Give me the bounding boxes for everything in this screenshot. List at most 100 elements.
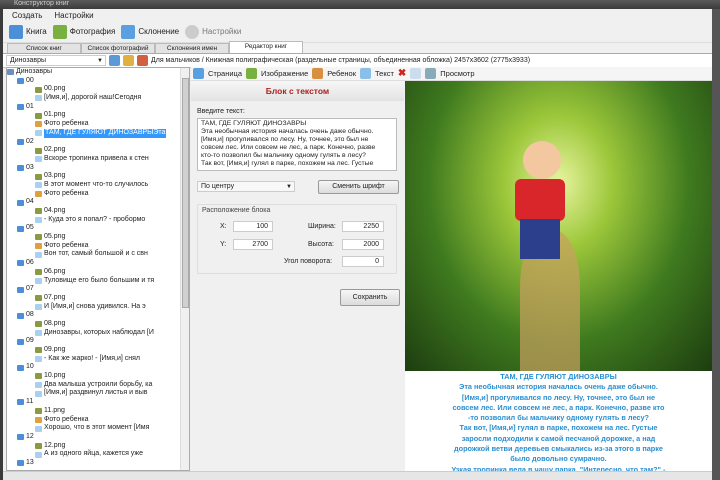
- tree-item[interactable]: 03.png: [7, 172, 189, 181]
- tree-item[interactable]: Вскоре тропинка привела к стен: [7, 155, 189, 164]
- window-edge: [712, 9, 720, 480]
- photo-button[interactable]: Фотография: [52, 24, 115, 39]
- tab-book-list[interactable]: Список книг: [7, 43, 81, 53]
- tab-name-declensions[interactable]: Склонения имен: [155, 43, 229, 53]
- tree-item[interactable]: 11.png: [7, 407, 189, 416]
- scroll-thumb[interactable]: [182, 78, 189, 308]
- tree-page[interactable]: 00: [7, 77, 189, 86]
- tree-page[interactable]: 03: [7, 164, 189, 173]
- tree-page[interactable]: 04: [7, 198, 189, 207]
- tree-item[interactable]: Вон тот, самый большой и с свн: [7, 250, 189, 259]
- tree-page[interactable]: 06: [7, 259, 189, 268]
- tree-item[interactable]: В этот момент что-то случилось: [7, 181, 189, 190]
- child-icon: [35, 416, 42, 423]
- tree-page[interactable]: 09: [7, 337, 189, 346]
- tree-item[interactable]: 04.png: [7, 207, 189, 216]
- tree-item[interactable]: И [Имя,и] снова удивился. На э: [7, 303, 189, 312]
- tree-page[interactable]: 05: [7, 224, 189, 233]
- tree-root[interactable]: Динозавры: [7, 68, 189, 77]
- tree-item-label: Фото ребенка: [44, 120, 89, 128]
- tree-item[interactable]: Хорошо, что в этот момент [Имя: [7, 424, 189, 433]
- add-child-button[interactable]: Ребенок: [327, 69, 356, 78]
- preview-button[interactable]: Просмотр: [440, 69, 474, 78]
- tree-item[interactable]: 00.png: [7, 85, 189, 94]
- tree-item-label: 10.png: [44, 372, 66, 380]
- y-label: Y:: [220, 241, 227, 248]
- image-icon: [35, 208, 42, 215]
- change-font-button[interactable]: Сменить шрифт: [318, 180, 399, 194]
- text-input[interactable]: ТАМ, ГДЕ ГУЛЯЮТ ДИНОЗАВРЫ Эта необычная …: [197, 118, 397, 171]
- add-image-button[interactable]: Изображение: [261, 69, 308, 78]
- declension-button[interactable]: Склонение: [121, 24, 179, 39]
- text-icon: [35, 251, 42, 258]
- tab-book-editor[interactable]: Редактор книг: [229, 41, 303, 53]
- gear-icon: [185, 24, 200, 39]
- settings-button[interactable]: Настройки: [185, 24, 241, 39]
- tree-item[interactable]: А из одного яйца, кажется уже: [7, 450, 189, 459]
- tree-page[interactable]: 12: [7, 433, 189, 442]
- child-pants: [520, 219, 560, 259]
- tree-item-label: 12: [26, 432, 34, 440]
- child-face: [523, 141, 561, 179]
- zoom-icon[interactable]: [410, 68, 422, 79]
- tree-item[interactable]: Фото ребенка: [7, 416, 189, 425]
- page-tree[interactable]: Динозавры 00 00.png [Имя,и], дорогой наш!С…: [6, 67, 190, 471]
- save-button[interactable]: Сохранить: [340, 289, 400, 306]
- tree-item[interactable]: 09.png: [7, 346, 189, 355]
- tree-item[interactable]: - Куда это я попал? - пробормо: [7, 216, 189, 225]
- tree-item-label: 04.png: [44, 207, 66, 214]
- tree-item[interactable]: [Имя,и], дорогой наш!Сегодня: [7, 94, 189, 103]
- tab-photo-list[interactable]: Список фотографий: [81, 43, 155, 53]
- add-text-button[interactable]: Текст: [375, 69, 394, 78]
- tree-page[interactable]: 02: [7, 138, 189, 147]
- tree-item[interactable]: Фото ребенка: [7, 190, 189, 199]
- preview-line: совсем лес. Или совсем не лес, а парк. К…: [452, 402, 665, 412]
- align-select[interactable]: По центру ▼: [197, 181, 295, 192]
- menu-create[interactable]: Создать: [12, 11, 42, 20]
- page-icon: [17, 260, 24, 267]
- height-label: Высота:: [308, 241, 334, 248]
- rotation-input[interactable]: 0: [342, 256, 384, 267]
- tree-item[interactable]: Два малыша устроили борьбу, ка: [7, 381, 189, 390]
- width-input[interactable]: 2250: [342, 221, 384, 232]
- chevron-down-icon: ▼: [286, 184, 292, 190]
- add-page-button[interactable]: Страница: [208, 69, 242, 78]
- tree-item[interactable]: 07.png: [7, 294, 189, 303]
- delete-icon[interactable]: ✖: [398, 68, 406, 79]
- book-button[interactable]: Книга: [9, 24, 47, 39]
- tree-page[interactable]: 07: [7, 285, 189, 294]
- tree-page[interactable]: 10: [7, 363, 189, 372]
- tree-page[interactable]: 11: [7, 398, 189, 407]
- x-input[interactable]: 100: [233, 221, 273, 232]
- tree-item[interactable]: ТАМ, ГДЕ ГУЛЯЮТ ДИНОЗАВРЫЭта: [7, 128, 189, 138]
- image-icon: [35, 269, 42, 276]
- add-icon[interactable]: [109, 55, 120, 66]
- y-input[interactable]: 2700: [233, 239, 273, 250]
- tree-item[interactable]: 02.png: [7, 146, 189, 155]
- tree-item[interactable]: 05.png: [7, 233, 189, 242]
- tree-item[interactable]: Динозавры, которых наблюдал [И: [7, 329, 189, 338]
- tree-page[interactable]: 01: [7, 103, 189, 112]
- tree-page[interactable]: 08: [7, 311, 189, 320]
- tree-item[interactable]: Туловище его было большим и тя: [7, 277, 189, 286]
- tree-page[interactable]: 13: [7, 459, 189, 468]
- tree-item[interactable]: 10.png: [7, 372, 189, 381]
- tree-item[interactable]: Фото ребенка: [7, 120, 189, 129]
- tree-item[interactable]: 01.png: [7, 111, 189, 120]
- tree-item[interactable]: 12.png: [7, 442, 189, 451]
- tree-item[interactable]: 06.png: [7, 268, 189, 277]
- height-input[interactable]: 2000: [342, 239, 384, 250]
- tree-scrollbar[interactable]: [180, 68, 189, 470]
- delete-icon[interactable]: [137, 55, 148, 66]
- tree-item[interactable]: 08.png: [7, 320, 189, 329]
- tree-item[interactable]: [Имя,и] раздвинул листья и выв: [7, 389, 189, 398]
- tree-item[interactable]: - Как же жарко! - [Имя,и] снял: [7, 355, 189, 364]
- main-window: Создать Настройки Книга Фотография Склон…: [3, 9, 712, 480]
- book-add-icon: [9, 24, 23, 39]
- page-icon: [17, 164, 24, 171]
- preview-icon: [425, 68, 437, 79]
- edit-icon[interactable]: [123, 55, 134, 66]
- book-select[interactable]: Динозавры ▼: [6, 55, 106, 66]
- menu-settings[interactable]: Настройки: [54, 11, 93, 20]
- tree-item-label: 03: [26, 163, 34, 171]
